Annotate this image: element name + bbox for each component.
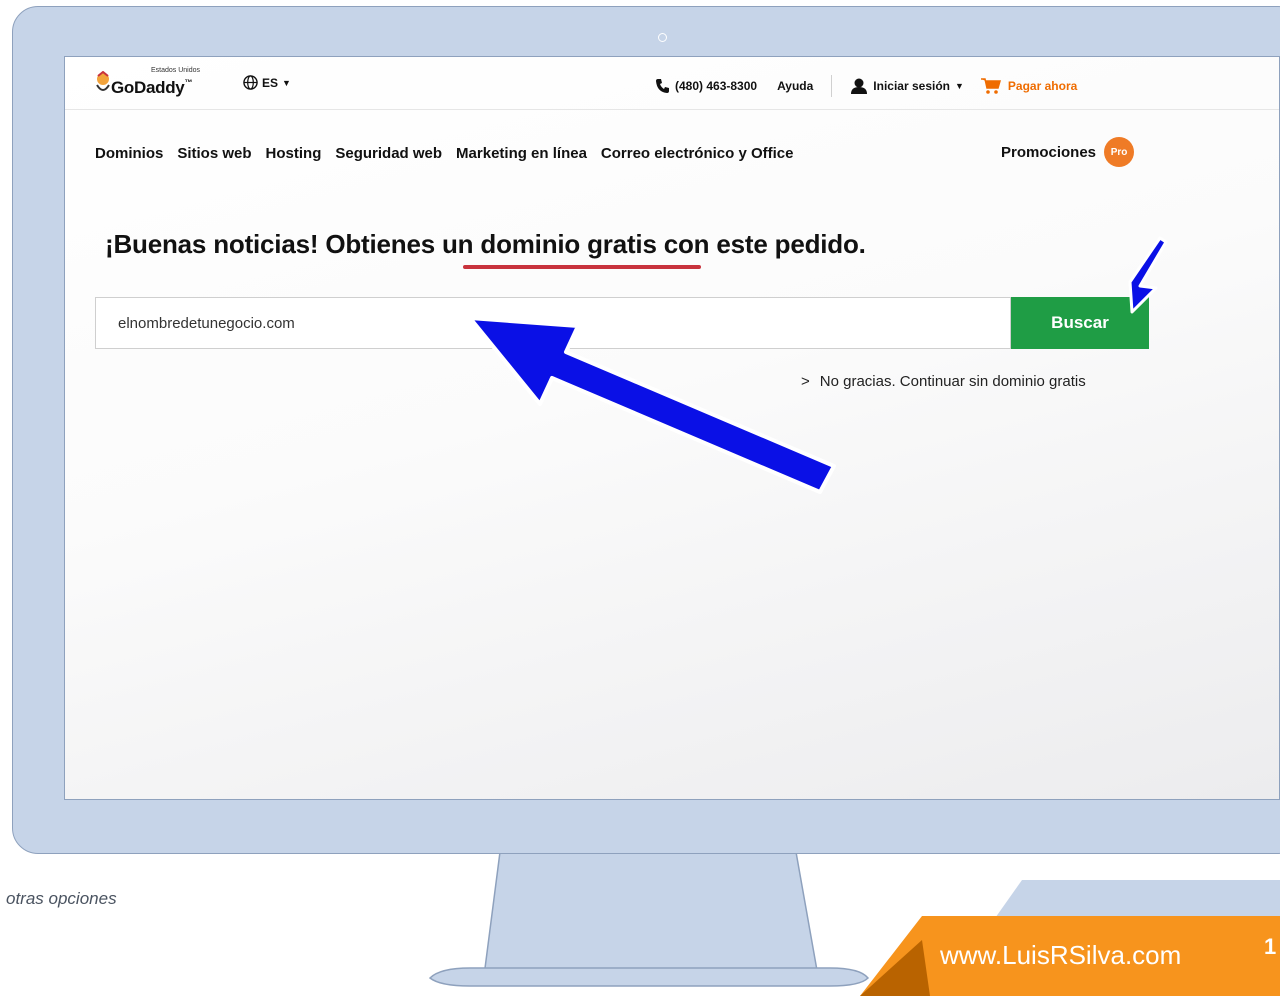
nav-item-hosting[interactable]: Hosting	[266, 145, 322, 162]
signin-label: Iniciar sesión	[873, 79, 950, 93]
domain-search-input[interactable]: elnombredetunegocio.com	[95, 297, 1011, 349]
browser-screen: Estados Unidos GoDaddy™ ES ▼ (480) 463-8…	[64, 56, 1280, 800]
promotions-link[interactable]: Promociones Pro	[1001, 137, 1135, 167]
phone-number: (480) 463-8300	[675, 79, 758, 93]
nav-item-sitios-web[interactable]: Sitios web	[177, 145, 251, 162]
main-nav: Dominios Sitios web Hosting Seguridad we…	[95, 145, 793, 162]
nav-item-correo[interactable]: Correo electrónico y Office	[601, 145, 794, 162]
cart-icon	[980, 78, 1001, 94]
camera-dot	[658, 33, 667, 42]
globe-icon	[243, 75, 258, 90]
search-value: elnombredetunegocio.com	[118, 315, 295, 332]
language-selector[interactable]: ES ▼	[243, 75, 291, 90]
header-divider	[831, 75, 833, 97]
page-number: 1	[1264, 934, 1277, 959]
header-divider-line	[65, 109, 1279, 110]
site-url: www.LuisRSilva.com	[940, 940, 1182, 970]
page-headline: ¡Buenas noticias! Obtienes un dominio gr…	[105, 229, 866, 259]
godaddy-mascot-icon	[96, 71, 110, 91]
help-link[interactable]: Ayuda	[777, 79, 813, 93]
pro-badge: Pro	[1104, 137, 1135, 167]
checkout-button[interactable]: Pagar ahora	[980, 77, 1077, 95]
promotions-label: Promociones	[1001, 143, 1097, 161]
brand-name: GoDaddy™	[111, 78, 193, 97]
nav-item-dominios[interactable]: Dominios	[95, 145, 163, 162]
highlight-underline	[463, 265, 701, 269]
skip-free-domain-link[interactable]: > No gracias. Continuar sin dominio grat…	[801, 373, 1086, 390]
checkout-label: Pagar ahora	[1007, 79, 1078, 93]
signin-button[interactable]: Iniciar sesión ▼	[850, 78, 964, 94]
godaddy-logo[interactable]: Estados Unidos GoDaddy™	[89, 67, 229, 107]
phone-icon	[656, 79, 669, 93]
slide-caption: otras opciones	[6, 889, 117, 908]
nav-item-marketing[interactable]: Marketing en línea	[456, 145, 587, 162]
utility-bar: (480) 463-8300 Ayuda Iniciar sesión ▼ Pa…	[655, 75, 1077, 97]
search-button[interactable]: Buscar	[1011, 297, 1149, 349]
language-label: ES	[262, 75, 279, 90]
user-icon	[851, 78, 868, 94]
chevron-right-icon: >	[801, 373, 810, 390]
caret-down-icon: ▼	[955, 81, 964, 91]
phone-link[interactable]: (480) 463-8300	[655, 78, 757, 94]
nav-item-seguridad-web[interactable]: Seguridad web	[335, 145, 442, 162]
caret-down-icon: ▼	[282, 77, 291, 88]
country-label: Estados Unidos	[151, 67, 201, 74]
skip-label: No gracias. Continuar sin dominio gratis	[819, 373, 1086, 390]
